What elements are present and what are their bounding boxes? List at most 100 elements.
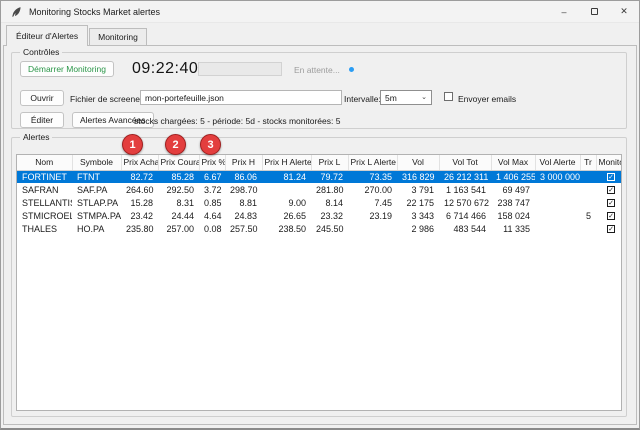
column-header-symbol[interactable]: Symbole [72,155,121,170]
cell-tr [580,222,596,235]
column-header-vol[interactable]: Vol [397,155,439,170]
alerts-table-body: FORTINETFTNT82.7285.286.6786.0681.2479.7… [17,170,622,235]
cell-tr [580,170,596,183]
maximize-button[interactable] [579,1,609,22]
cell-high: 257.50 [225,222,262,235]
cell-buy: 264.60 [121,183,158,196]
controls-groupbox: Contrôles Démarrer Monitoring 09:22:40 E… [11,52,627,129]
feather-icon [10,6,22,18]
column-header-low[interactable]: Prix L [311,155,348,170]
column-header-current[interactable]: Prix Courant [158,155,199,170]
cell-pct: 3.72 [199,183,225,196]
table-row[interactable]: STMICROELECTRSTMPA.PA23.4224.444.6424.83… [17,209,622,222]
cell-high_alert [262,183,311,196]
monitor-checkbox[interactable]: ✓ [607,225,615,233]
table-row[interactable]: THALESHO.PA235.80257.000.08257.50238.502… [17,222,622,235]
column-header-vol_tot[interactable]: Vol Tot [439,155,491,170]
interval-select[interactable]: 5m ⌄ [380,90,432,105]
cell-monitor[interactable]: ✓ [596,222,622,235]
column-header-monitor[interactable]: Monitor [596,155,622,170]
cell-vol_max: 11 335 [491,222,535,235]
cell-symbol: HO.PA [72,222,121,235]
edit-button[interactable]: Éditer [20,112,64,128]
column-header-name[interactable]: Nom [17,155,72,170]
cell-monitor[interactable]: ✓ [596,183,622,196]
tab-monitoring[interactable]: Monitoring [89,28,147,45]
minimize-button[interactable]: – [549,1,579,22]
table-row[interactable]: STELLANTISSTLAP.PA15.288.310.858.819.008… [17,196,622,209]
cell-pct: 0.85 [199,196,225,209]
progress-bar [198,62,282,76]
cell-vol_tot: 1 163 541 [439,183,491,196]
cell-current: 8.31 [158,196,199,209]
cell-current: 85.28 [158,170,199,183]
cell-vol: 3 791 [397,183,439,196]
window-title: Monitoring Stocks Market alertes [29,7,160,17]
interval-label: Intervalle: [344,94,381,104]
column-header-high_alert[interactable]: Prix H Alerte [262,155,311,170]
cell-symbol: STMPA.PA [72,209,121,222]
maximize-icon [591,8,598,15]
annotation-badge-3: 3 [200,134,221,155]
cell-vol_max: 158 024 [491,209,535,222]
clock-display: 09:22:40 [132,60,198,78]
column-header-tr[interactable]: Tr [580,155,596,170]
table-row[interactable]: FORTINETFTNT82.7285.286.6786.0681.2479.7… [17,170,622,183]
cell-low_alert: 23.19 [348,209,397,222]
cell-vol: 316 829 [397,170,439,183]
waiting-status: En attente... [294,65,340,75]
tab-editeur-alertes[interactable]: Éditeur d'Alertes [6,25,88,46]
monitor-checkbox[interactable]: ✓ [607,186,615,194]
cell-pct: 6.67 [199,170,225,183]
table-row[interactable]: SAFRANSAF.PA264.60292.503.72298.70281.80… [17,183,622,196]
cell-vol_tot: 12 570 672 [439,196,491,209]
cell-high: 24.83 [225,209,262,222]
cell-current: 24.44 [158,209,199,222]
send-emails-checkbox[interactable] [444,92,453,101]
cell-symbol: FTNT [72,170,121,183]
cell-monitor[interactable]: ✓ [596,170,622,183]
interval-value: 5m [385,93,397,103]
cell-high: 8.81 [225,196,262,209]
cell-vol: 3 343 [397,209,439,222]
tab-bar: Éditeur d'Alertes Monitoring [6,25,639,45]
cell-symbol: STLAP.PA [72,196,121,209]
cell-name: STMICROELECTR [17,209,72,222]
column-header-vol_max[interactable]: Vol Max [491,155,535,170]
cell-vol_alert: 3 000 000 [535,170,580,183]
cell-name: STELLANTIS [17,196,72,209]
cell-name: SAFRAN [17,183,72,196]
cell-current: 292.50 [158,183,199,196]
annotation-badge-1: 1 [122,134,143,155]
annotation-badge-2: 2 [165,134,186,155]
chevron-down-icon: ⌄ [421,93,427,101]
cell-high_alert: 26.65 [262,209,311,222]
cell-low_alert: 7.45 [348,196,397,209]
cell-buy: 23.42 [121,209,158,222]
cell-high_alert: 238.50 [262,222,311,235]
open-button[interactable]: Ouvrir [20,90,64,106]
monitor-checkbox[interactable]: ✓ [607,212,615,220]
column-header-low_alert[interactable]: Prix L Alerte [348,155,397,170]
start-monitoring-button[interactable]: Démarrer Monitoring [20,61,114,77]
title-bar[interactable]: Monitoring Stocks Market alertes – ✕ [1,1,639,23]
cell-monitor[interactable]: ✓ [596,209,622,222]
cell-pct: 4.64 [199,209,225,222]
table-header-row: NomSymbolePrix AchatPrix CourantPrix %Pr… [17,155,622,170]
close-button[interactable]: ✕ [609,1,639,22]
monitor-checkbox[interactable]: ✓ [607,199,615,207]
cell-buy: 15.28 [121,196,158,209]
column-header-vol_alert[interactable]: Vol Alerte [535,155,580,170]
column-header-buy[interactable]: Prix Achat [121,155,158,170]
column-header-high[interactable]: Prix H [225,155,262,170]
tab-content-pane: Contrôles Démarrer Monitoring 09:22:40 E… [3,45,637,425]
status-dot-icon [349,67,354,72]
screener-file-input[interactable]: mon-portefeuille.json [140,90,342,105]
cell-vol_tot: 26 212 311 [439,170,491,183]
send-emails-label: Envoyer emails [458,94,516,104]
cell-buy: 82.72 [121,170,158,183]
monitor-checkbox[interactable]: ✓ [607,173,615,181]
column-header-pct[interactable]: Prix % [199,155,225,170]
cell-monitor[interactable]: ✓ [596,196,622,209]
cell-high_alert: 81.24 [262,170,311,183]
